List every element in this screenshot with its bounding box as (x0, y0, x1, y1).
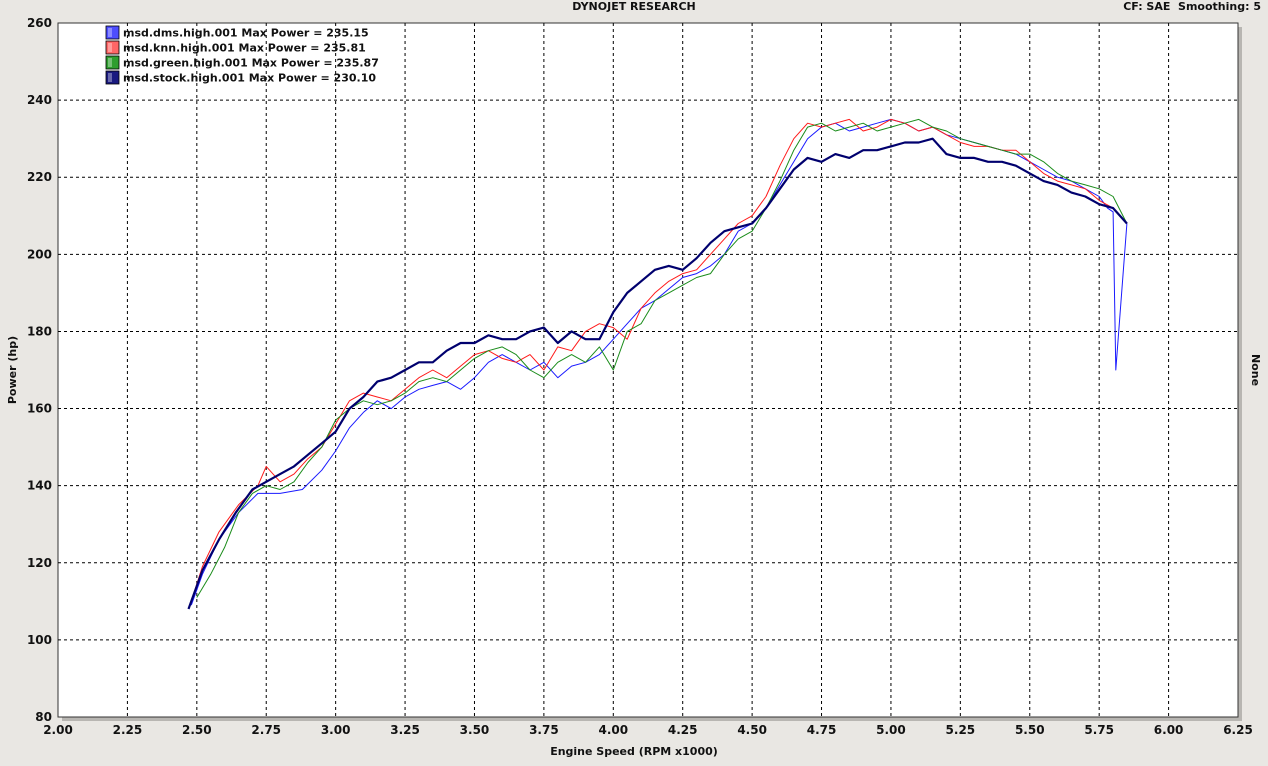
x-tick-label: 6.25 (1223, 723, 1253, 737)
right-axis-label: None (1249, 354, 1262, 386)
y-tick-label: 180 (27, 324, 52, 338)
y-tick-label: 140 (27, 479, 52, 493)
x-tick-label: 2.50 (182, 723, 212, 737)
y-tick-label: 120 (27, 556, 52, 570)
legend-swatch-shine (108, 73, 112, 82)
y-axis-title: Power (hp) (6, 336, 19, 404)
legend-label: msd.stock.high.001 Max Power = 230.10 (123, 72, 376, 85)
legend-swatch-shine (108, 58, 112, 67)
y-tick-label: 220 (27, 170, 52, 184)
plot-area (57, 22, 1239, 718)
chart-info: CF: SAE Smoothing: 5 (1123, 0, 1261, 13)
y-tick-label: 160 (27, 402, 52, 416)
legend-swatch (105, 25, 120, 40)
x-tick-label: 5.75 (1084, 723, 1114, 737)
legend-label: msd.green.high.001 Max Power = 235.87 (123, 57, 379, 70)
legend-swatch (105, 55, 120, 70)
y-tick-label: 240 (27, 93, 52, 107)
y-tick-label: 100 (27, 633, 52, 647)
dyno-chart: DYNOJET RESEARCH CF: SAE Smoothing: 5 2.… (0, 0, 1268, 762)
chart-svg: DYNOJET RESEARCH CF: SAE Smoothing: 5 2.… (6, 0, 1262, 758)
y-tick-label: 260 (27, 16, 52, 30)
x-tick-label: 2.75 (251, 723, 281, 737)
x-tick-label: 3.50 (460, 723, 490, 737)
x-tick-label: 3.75 (529, 723, 559, 737)
x-tick-label: 5.50 (1015, 723, 1045, 737)
y-tick-label: 80 (35, 710, 52, 724)
legend-label: msd.knn.high.001 Max Power = 235.81 (123, 42, 366, 55)
x-tick-label: 4.50 (737, 723, 767, 737)
x-tick-label: 5.00 (876, 723, 906, 737)
chart-title: DYNOJET RESEARCH (572, 0, 695, 13)
legend-swatch (105, 70, 120, 85)
legend-swatch-shine (108, 28, 112, 37)
x-tick-label: 4.25 (668, 723, 698, 737)
y-tick-label: 200 (27, 247, 52, 261)
x-tick-label: 2.25 (113, 723, 143, 737)
x-tick-label: 4.00 (598, 723, 628, 737)
legend-label: msd.dms.high.001 Max Power = 235.15 (123, 27, 369, 40)
x-axis-title: Engine Speed (RPM x1000) (550, 745, 718, 758)
x-tick-label: 3.25 (390, 723, 420, 737)
x-tick-label: 3.00 (321, 723, 351, 737)
x-tick-label: 2.00 (43, 723, 73, 737)
x-tick-label: 4.75 (807, 723, 837, 737)
legend-swatch (105, 40, 120, 55)
legend-swatch-shine (108, 43, 112, 52)
x-tick-label: 5.25 (946, 723, 976, 737)
x-tick-label: 6.00 (1154, 723, 1184, 737)
